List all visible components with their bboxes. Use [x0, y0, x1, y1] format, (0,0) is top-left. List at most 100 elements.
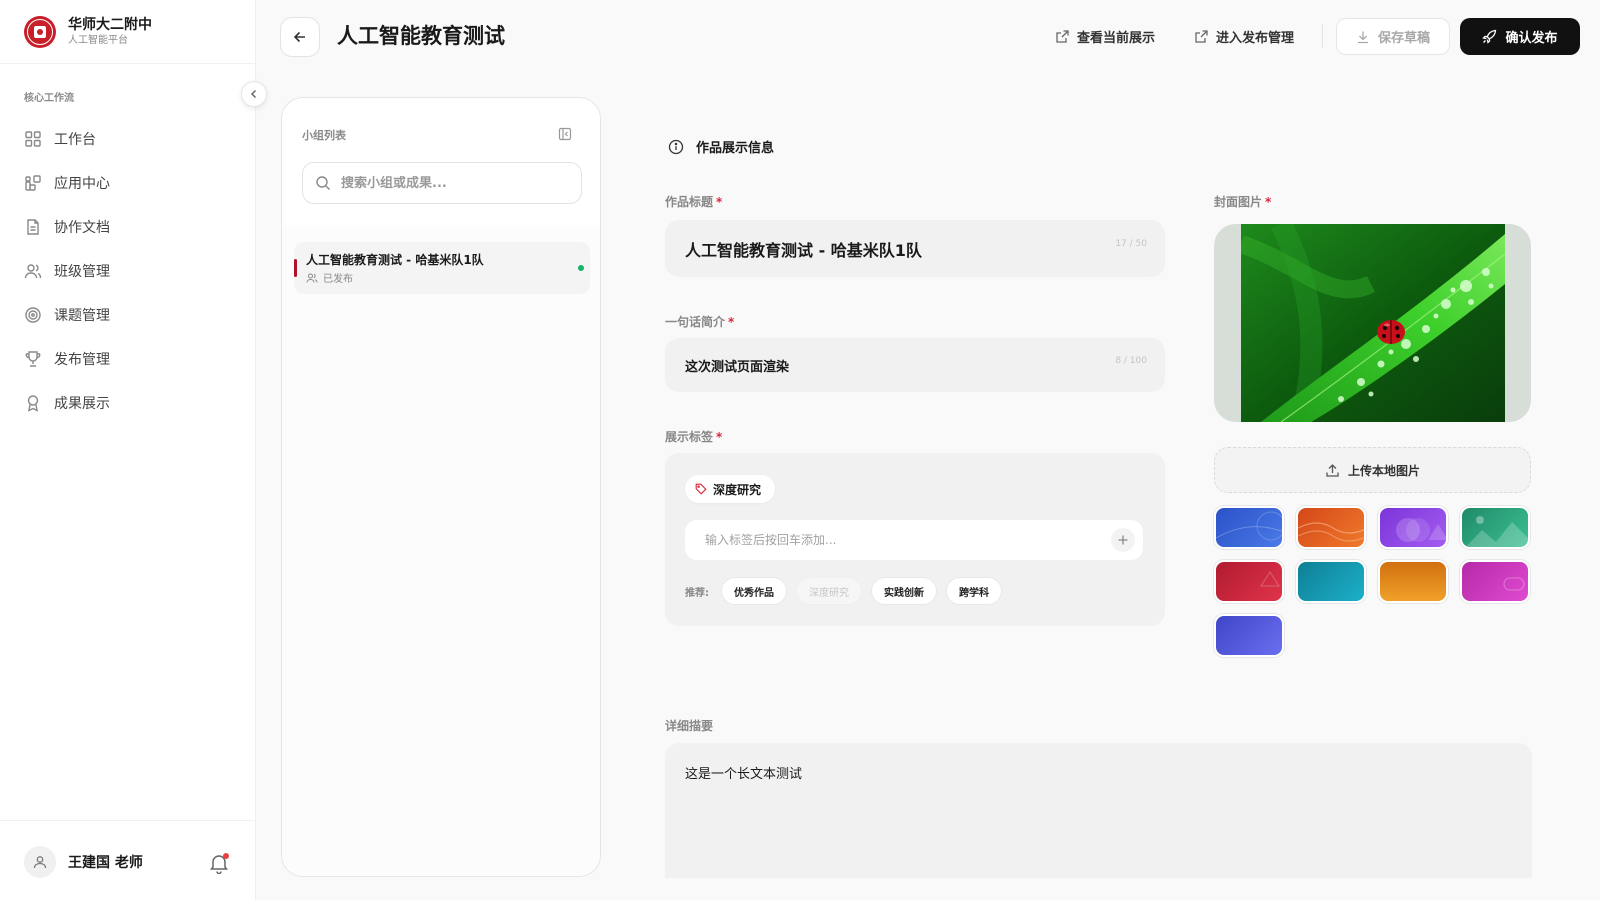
- group-item-title: 人工智能教育测试 - 哈基米队1队: [306, 253, 484, 267]
- recommended-tag: 深度研究: [796, 577, 862, 605]
- cover-image: [1241, 224, 1505, 422]
- upload-image-button[interactable]: 上传本地图片: [1214, 447, 1531, 493]
- sidebar-item-topic-manage[interactable]: 课题管理: [24, 293, 232, 337]
- publish-manage-label: 进入发布管理: [1216, 30, 1295, 46]
- sidebar-item-label: 课题管理: [54, 308, 110, 324]
- title-label: 作品标题 *: [665, 195, 723, 209]
- recommend-label: 推荐:: [685, 587, 709, 599]
- tag-chip[interactable]: 深度研究: [685, 475, 776, 503]
- tags-label: 展示标签 *: [665, 430, 723, 444]
- recommended-tag[interactable]: 优秀作品: [721, 577, 787, 605]
- sidebar-item-workbench[interactable]: 工作台: [24, 117, 232, 161]
- sidebar-item-publish-manage[interactable]: 发布管理: [24, 337, 232, 381]
- intro-counter: 8 / 100: [1115, 356, 1147, 366]
- intro-value[interactable]: 这次测试页面渲染: [685, 356, 789, 375]
- group-list: [282, 225, 600, 876]
- tag-label: 深度研究: [713, 482, 762, 497]
- view-current-label: 查看当前展示: [1077, 30, 1156, 46]
- publish-manage-link[interactable]: 进入发布管理: [1194, 26, 1294, 46]
- panel-collapse-icon[interactable]: [558, 127, 572, 141]
- group-search[interactable]: [302, 162, 582, 204]
- section-heading: 作品展示信息: [668, 137, 774, 156]
- search-icon: [315, 175, 331, 191]
- chevron-left-icon: [250, 89, 257, 99]
- intro-label: 一句话简介 *: [665, 315, 735, 329]
- group-list-title: 小组列表: [302, 129, 346, 142]
- group-list-item[interactable]: 人工智能教育测试 - 哈基米队1队 已发布: [294, 242, 590, 294]
- school-logo-icon: [24, 16, 56, 48]
- brand-subtitle: 人工智能平台: [68, 35, 128, 46]
- title-field[interactable]: 人工智能教育测试 - 哈基米队1队 17 / 50: [665, 220, 1165, 277]
- bell-icon[interactable]: [208, 852, 230, 874]
- cover-swatch-orange[interactable]: [1296, 506, 1366, 549]
- sidebar-item-label: 班级管理: [54, 264, 110, 280]
- info-icon: [668, 139, 684, 155]
- sidebar-collapse-button[interactable]: [241, 81, 267, 107]
- sidebar-nav: 工作台 应用中心 协作文档 班级管理 课题管理 发布管理 成果展示: [24, 117, 232, 425]
- add-tag-button[interactable]: [1111, 528, 1135, 552]
- award-icon: [24, 394, 42, 412]
- cover-swatch-amber[interactable]: [1378, 560, 1448, 603]
- users-icon: [306, 272, 318, 284]
- section-title: 作品展示信息: [696, 141, 775, 156]
- tag-input-wrapper[interactable]: [685, 520, 1143, 560]
- avatar: [24, 846, 56, 878]
- sidebar-item-showcase[interactable]: 成果展示: [24, 381, 232, 425]
- cover-preview[interactable]: [1214, 224, 1531, 422]
- status-dot: [578, 265, 584, 271]
- apps-icon: [24, 174, 42, 192]
- cover-swatch-indigo[interactable]: [1214, 614, 1284, 657]
- sidebar-item-label: 应用中心: [54, 176, 110, 192]
- summary-value[interactable]: 这是一个长文本测试: [685, 763, 802, 782]
- user-name: 王建国 老师: [68, 855, 143, 871]
- summary-label: 详细描要: [665, 719, 714, 733]
- sidebar-item-class-manage[interactable]: 班级管理: [24, 249, 232, 293]
- sidebar-item-label: 协作文档: [54, 220, 110, 236]
- tag-input[interactable]: [705, 533, 1085, 547]
- cover-swatch-green[interactable]: [1460, 506, 1530, 549]
- download-icon: [1356, 30, 1370, 44]
- cover-swatch-purple[interactable]: [1378, 506, 1448, 549]
- sidebar-divider: [0, 63, 256, 64]
- active-indicator: [294, 259, 297, 277]
- users-icon: [24, 262, 42, 280]
- brand[interactable]: 华师大二附中 人工智能平台: [24, 14, 152, 50]
- tags-field: 深度研究 推荐: 优秀作品 深度研究 实践创新 跨学科: [665, 453, 1165, 626]
- recommended-tag[interactable]: 跨学科: [946, 577, 1002, 605]
- user-profile[interactable]: 王建国 老师: [24, 846, 143, 878]
- back-button[interactable]: [280, 17, 320, 57]
- sidebar-item-docs[interactable]: 协作文档: [24, 205, 232, 249]
- title-value[interactable]: 人工智能教育测试 - 哈基米队1队: [685, 237, 922, 261]
- user-icon: [33, 856, 47, 869]
- group-item-status-label: 已发布: [323, 274, 353, 285]
- cover-swatch-magenta[interactable]: [1460, 560, 1530, 603]
- cover-swatch-teal[interactable]: [1296, 560, 1366, 603]
- recommended-tags: 推荐: 优秀作品 深度研究 实践创新 跨学科: [685, 577, 1011, 605]
- sidebar-item-app-center[interactable]: 应用中心: [24, 161, 232, 205]
- plus-icon: [1118, 535, 1128, 545]
- title-counter: 17 / 50: [1115, 239, 1147, 249]
- target-icon: [24, 306, 42, 324]
- group-search-input[interactable]: [341, 175, 571, 191]
- sidebar-item-label: 发布管理: [54, 352, 110, 368]
- view-current-link[interactable]: 查看当前展示: [1055, 26, 1155, 46]
- summary-field[interactable]: 这是一个长文本测试: [665, 743, 1532, 878]
- confirm-publish-label: 确认发布: [1505, 31, 1558, 46]
- sidebar: 华师大二附中 人工智能平台 核心工作流 工作台 应用中心 协作文档 班级管理 课…: [0, 0, 256, 900]
- confirm-publish-button[interactable]: 确认发布: [1460, 18, 1580, 55]
- cover-swatch-red[interactable]: [1214, 560, 1284, 603]
- tag-icon: [695, 483, 707, 495]
- header-divider: [1322, 24, 1323, 48]
- external-link-icon: [1194, 29, 1209, 44]
- cover-swatch-blue[interactable]: [1214, 506, 1284, 549]
- save-draft-button[interactable]: 保存草稿: [1336, 18, 1450, 55]
- external-link-icon: [1055, 29, 1070, 44]
- arrow-left-icon: [293, 31, 305, 43]
- brand-title: 华师大二附中: [68, 17, 152, 33]
- group-panel: 小组列表 人工智能教育测试 - 哈基米队1队 已发布: [281, 97, 601, 877]
- dashboard-icon: [24, 130, 42, 148]
- intro-field[interactable]: 这次测试页面渲染 8 / 100: [665, 338, 1165, 392]
- nav-section-label: 核心工作流: [24, 93, 74, 104]
- rocket-icon: [1482, 29, 1497, 44]
- recommended-tag[interactable]: 实践创新: [871, 577, 937, 605]
